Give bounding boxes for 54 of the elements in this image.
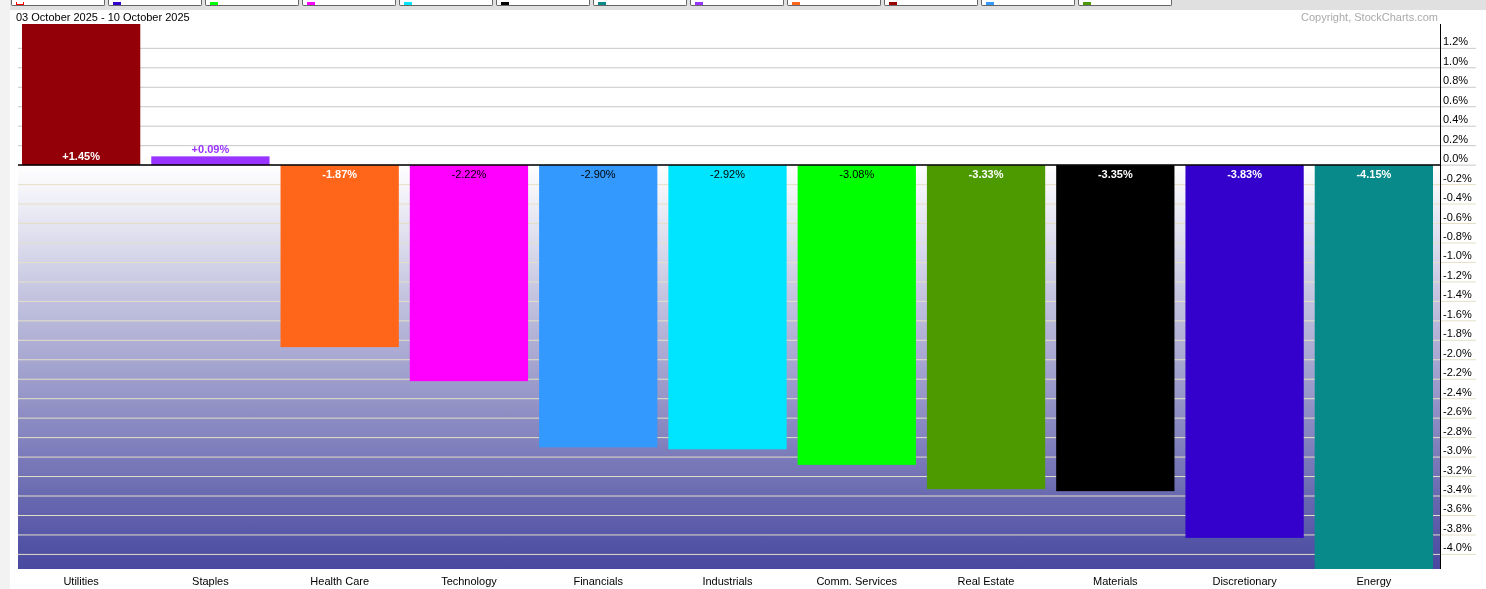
bar-value-label: -2.92% — [710, 168, 745, 181]
bar-value-label: -3.08% — [839, 168, 875, 181]
y-axis-label: -3.2% — [1443, 463, 1472, 476]
bar-value-label: -3.33% — [968, 168, 1004, 181]
y-axis-label: 0.4% — [1443, 113, 1469, 126]
y-axis-label: -0.6% — [1443, 210, 1472, 223]
y-axis-label: 1.0% — [1443, 54, 1469, 67]
y-axis-label: 0.6% — [1443, 93, 1469, 106]
category-label: Staples — [192, 575, 229, 587]
bar-value-label: -3.83% — [1227, 168, 1262, 181]
y-axis-label: -1.4% — [1443, 288, 1472, 301]
y-axis-label: 0.2% — [1443, 132, 1469, 145]
category-label: Energy — [1356, 575, 1392, 587]
y-axis-label: -1.6% — [1443, 307, 1472, 320]
copyright-text: Copyright, StockCharts.com — [1301, 9, 1438, 25]
y-axis-label: -4.0% — [1443, 541, 1472, 554]
y-axis-label: 1.2% — [1443, 35, 1469, 48]
bar-value-label: -1.87% — [322, 168, 358, 181]
bar-value-label: +0.09% — [191, 143, 230, 156]
category-label: Real Estate — [957, 575, 1015, 587]
category-label: Industrials — [702, 575, 753, 587]
date-range: 03 October 2025 - 10 October 2025 — [16, 9, 190, 25]
y-axis-label: -3.8% — [1443, 521, 1472, 534]
y-axis-label: -0.8% — [1443, 229, 1472, 242]
bar-value-label: +1.45% — [62, 150, 100, 163]
legend-button[interactable] — [496, 0, 590, 6]
y-axis-label: -2.6% — [1443, 405, 1472, 418]
y-axis-label: -1.0% — [1443, 249, 1472, 262]
y-axis-label: 0.8% — [1443, 74, 1469, 87]
y-axis-label: 0.0% — [1443, 152, 1469, 165]
y-axis-label: -3.0% — [1443, 444, 1472, 457]
bar-value-label: -3.35% — [1097, 168, 1133, 181]
legend-button[interactable] — [884, 0, 978, 6]
y-axis-label: -3.4% — [1443, 483, 1472, 495]
category-label: Discretionary — [1212, 575, 1277, 587]
category-label: Technology — [441, 575, 497, 587]
y-axis-label: -2.2% — [1443, 366, 1472, 379]
category-label: Comm. Services — [816, 575, 898, 587]
y-axis-label: -1.2% — [1443, 268, 1472, 281]
y-axis-label: -2.8% — [1443, 424, 1472, 437]
category-label: Health Care — [310, 575, 370, 587]
legend-button[interactable] — [108, 0, 202, 6]
y-axis-label: -1.8% — [1443, 327, 1472, 340]
bar-value-label: -4.15% — [1356, 168, 1392, 181]
y-axis-label: -0.2% — [1443, 171, 1472, 184]
category-label: Materials — [1093, 575, 1138, 587]
category-label: Financials — [573, 575, 623, 587]
bar-value-label: -2.22% — [451, 168, 487, 181]
bar-value-label: -2.90% — [580, 168, 616, 181]
y-axis-label: -2.4% — [1443, 385, 1472, 398]
y-axis-label: -0.4% — [1443, 191, 1472, 204]
y-axis-label: -2.0% — [1443, 346, 1472, 359]
y-axis-label: -3.6% — [1443, 502, 1472, 515]
category-label: Utilities — [63, 575, 99, 587]
